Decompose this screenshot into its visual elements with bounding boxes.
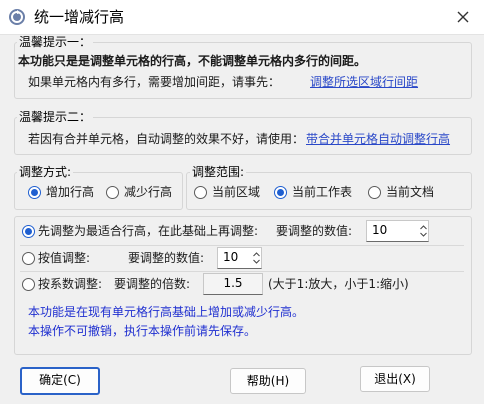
mode-decrease-label[interactable]: 减少行高	[124, 185, 172, 200]
tip2-text: 若因有合并单元格，自动调整的效果不好，请使用：	[28, 132, 305, 146]
by-factor-value-label: 要调整的倍数:	[114, 277, 191, 291]
range-current-sheet-label[interactable]: 当前工作表	[292, 185, 352, 200]
range-current-doc-radio[interactable]	[368, 186, 381, 199]
by-value-value-input[interactable]: 10	[217, 247, 262, 269]
tip2-legend: 温馨提示二：	[17, 110, 94, 124]
window-title: 统一增减行高	[34, 8, 125, 26]
spin-arrows-icon[interactable]	[419, 221, 428, 241]
fit-first-value: 10	[372, 223, 388, 237]
ok-button[interactable]: 确定(C)	[20, 367, 100, 395]
title-bar: 统一增减行高	[0, 0, 484, 35]
note-line-2: 本操作不可撤销，执行本操作前请先保存。	[28, 324, 257, 338]
tip1-text: 如果单元格内有多行，需要增加间距，请事先：	[28, 75, 281, 89]
by-factor-radio[interactable]	[22, 278, 35, 291]
range-current-area-radio[interactable]	[194, 186, 207, 199]
tip1-bold-text: 本功能只是是调整单元格的行高，不能调整单元格内多行的间距。	[18, 54, 367, 68]
mode-legend: 调整方式:	[17, 165, 74, 179]
by-value-radio[interactable]	[22, 252, 35, 265]
by-factor-value-input[interactable]: 1.5	[203, 273, 263, 295]
fit-first-value-label: 要调整的数值:	[276, 224, 353, 238]
refresh-circle-icon	[9, 9, 25, 25]
by-factor-value: 1.5	[223, 276, 243, 290]
method-separator-1	[20, 245, 464, 246]
by-value-value-label: 要调整的数值:	[128, 251, 205, 265]
by-factor-hint: (大于1:放大，小于1:缩小)	[268, 277, 409, 291]
help-button[interactable]: 帮助(H)	[230, 368, 306, 394]
adjust-line-spacing-link[interactable]: 调整所选区域行间距	[310, 75, 418, 90]
range-current-area-label[interactable]: 当前区域	[212, 185, 260, 200]
tip1-legend: 温馨提示一：	[17, 35, 94, 49]
mode-decrease-radio[interactable]	[106, 186, 119, 199]
range-current-sheet-radio[interactable]	[274, 186, 287, 199]
method-separator-2	[20, 271, 464, 272]
fit-first-value-input[interactable]: 10	[366, 220, 429, 242]
note-line-1: 本功能是在现有单元格行高基础上增加或减少行高。	[28, 305, 305, 319]
exit-button[interactable]: 退出(X)	[360, 366, 430, 392]
tip1-group	[14, 42, 472, 99]
range-current-doc-label[interactable]: 当前文档	[386, 185, 434, 200]
fit-first-label[interactable]: 先调整为最适合行高，在此基础上再调整:	[38, 224, 258, 239]
mode-increase-label[interactable]: 增加行高	[46, 185, 94, 200]
spin-arrows-icon[interactable]	[252, 248, 261, 268]
by-value-value: 10	[223, 250, 239, 264]
fit-first-radio[interactable]	[22, 225, 35, 238]
by-value-label[interactable]: 按值调整:	[38, 251, 90, 266]
merged-cell-autofit-link[interactable]: 带合并单元格自动调整行高	[306, 132, 450, 147]
mode-increase-radio[interactable]	[28, 186, 41, 199]
by-factor-label[interactable]: 按系数调整:	[38, 277, 102, 292]
range-legend: 调整范围:	[190, 165, 247, 179]
close-icon[interactable]	[452, 6, 474, 28]
